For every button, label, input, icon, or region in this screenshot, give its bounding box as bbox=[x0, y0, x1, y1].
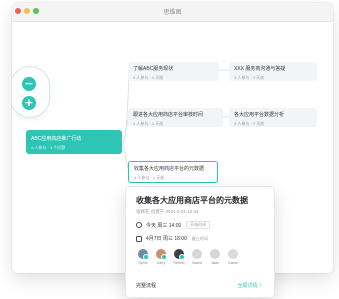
popover-footer: 完整流程 全局详情 〉 bbox=[136, 282, 264, 289]
popover-title: 收集各大应用商店平台的元数据 bbox=[136, 196, 248, 205]
participant-name: Redin4 bbox=[173, 261, 185, 265]
node-meta: 4 人参与 · 1 天前 bbox=[133, 121, 164, 126]
participant[interactable]: Sylvie bbox=[136, 249, 150, 265]
avatar bbox=[156, 249, 167, 260]
start-time-tag: 开始时间 bbox=[186, 221, 211, 229]
popover-subtitle: 张辉在 创建于 2024-4-01 10:34 bbox=[136, 209, 199, 214]
node-title: 各大应用平台数据分析 bbox=[234, 112, 285, 118]
node-title: 跟进各大应用商店平台审核时间 bbox=[133, 112, 204, 118]
participant[interactable]: Jalan bbox=[208, 249, 222, 265]
node-meta: 3 人参与 · 2 天前 bbox=[234, 121, 265, 126]
node-review-time[interactable]: 跟进各大应用商店平台审核时间 4 人参与 · 1 天前 bbox=[128, 108, 223, 127]
participant[interactable]: Sasea bbox=[190, 249, 204, 265]
start-time-label: 今天 周三 14:00 bbox=[146, 222, 182, 229]
node-meta: 4 人参与 · 3 个问题 bbox=[31, 145, 66, 150]
node-meta: 3 人参与 · 2 天前 bbox=[234, 75, 265, 80]
node-root-promotion[interactable]: ABC应用商店推广行动 4 人参与 · 3 个问题 bbox=[26, 130, 122, 154]
due-date-tag: 截止时间 bbox=[191, 235, 208, 241]
zoom-panel: − + bbox=[12, 66, 50, 118]
check-icon bbox=[161, 254, 167, 260]
participant[interactable]: Camie bbox=[226, 249, 240, 265]
clock-icon bbox=[136, 222, 142, 228]
participants-list: Sylvie Garry Redin4 Sasea Jalan Camie bbox=[136, 249, 264, 265]
node-title: XXX 服务商沟通与答疑 bbox=[234, 66, 286, 72]
avatar bbox=[210, 249, 220, 259]
collapse-button[interactable]: − bbox=[22, 77, 36, 91]
start-time-row[interactable]: 今天 周三 14:00 开始时间 bbox=[136, 221, 264, 229]
check-icon bbox=[179, 254, 185, 260]
participant[interactable]: Redin4 bbox=[172, 249, 186, 265]
node-title: ABC应用商店推广行动 bbox=[31, 136, 82, 142]
avatar bbox=[192, 249, 202, 259]
participant-name: Camie bbox=[227, 261, 239, 265]
add-node-button[interactable]: + bbox=[22, 96, 36, 110]
calendar-icon bbox=[136, 235, 142, 242]
participant-name: Garry bbox=[156, 261, 166, 265]
avatar bbox=[138, 249, 149, 260]
due-date-label: 4月7日 周三 18:00 bbox=[146, 236, 187, 242]
node-abc-status[interactable]: 了解ABC服务现状 4 人参与 · 1 天前 bbox=[128, 62, 219, 81]
task-detail-popover: 收集各大应用商店平台的元数据 张辉在 创建于 2024-4-01 10:34 今… bbox=[125, 186, 275, 298]
participant-name: Sasea bbox=[192, 261, 202, 265]
title-bar: 思维图 bbox=[12, 3, 333, 22]
node-title: 收集各大应用商店平台的元数据 bbox=[134, 166, 205, 172]
node-title: 了解ABC服务现状 bbox=[133, 66, 174, 72]
check-icon bbox=[143, 254, 149, 260]
avatar bbox=[228, 249, 238, 259]
avatar bbox=[174, 249, 185, 260]
node-data-analysis[interactable]: 各大应用平台数据分析 3 人参与 · 2 天前 bbox=[229, 108, 317, 127]
node-metadata-collection[interactable]: 收集各大应用商店平台的元数据 4 人参与 · 1 天前 bbox=[128, 161, 218, 183]
node-vendor-communication[interactable]: XXX 服务商沟通与答疑 3 人参与 · 2 天前 bbox=[229, 62, 317, 81]
node-meta: 4 人参与 · 1 天前 bbox=[133, 75, 164, 80]
participant-name: Jalan bbox=[210, 261, 220, 265]
node-meta: 4 人参与 · 1 天前 bbox=[134, 175, 165, 180]
full-process-link[interactable]: 完整流程 bbox=[136, 282, 156, 289]
due-date-row[interactable]: 4月7日 周三 18:00 截止时间 bbox=[136, 235, 264, 242]
participant[interactable]: Garry bbox=[154, 249, 168, 265]
window-title: 思维图 bbox=[163, 10, 182, 16]
global-details-link[interactable]: 全局详情 〉 bbox=[238, 282, 264, 289]
participant-name: Sylvie bbox=[138, 261, 148, 265]
